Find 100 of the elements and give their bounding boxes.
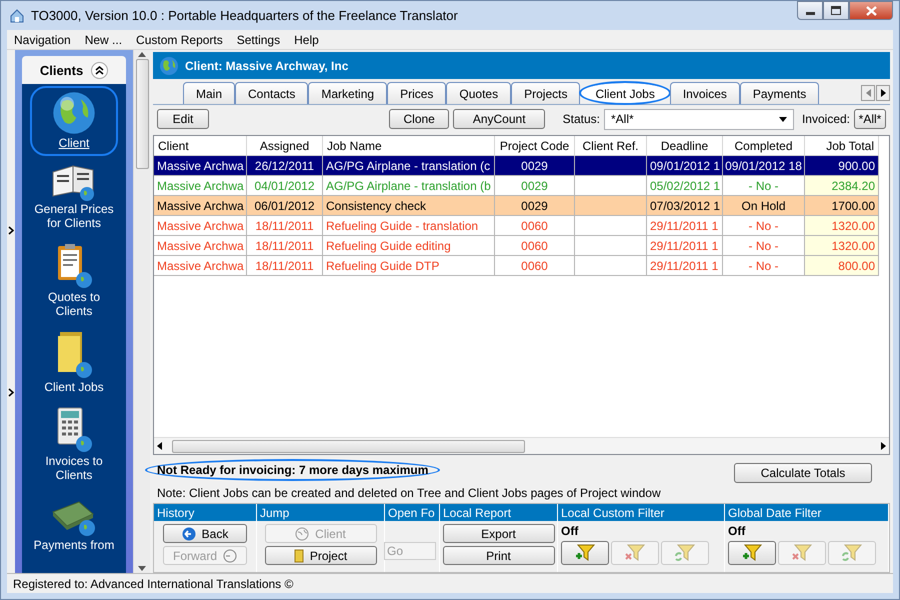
collapse-icon[interactable] [91,62,108,78]
tab[interactable]: Contacts [235,82,308,104]
note-text: Note: Client Jobs can be created and deleted on Tree and Client Jobs pages of Project window [157,486,661,500]
table-cell: 06/01/2012 [247,196,323,216]
sidebar-item[interactable]: General Prices for Clients [30,158,118,236]
column-header[interactable]: Assigned [247,136,323,156]
table-cell: Massive Archwa [154,176,247,196]
group-header: Global Date Filter [725,504,888,521]
globe-icon [51,90,97,136]
tab-scroll-right-button[interactable] [876,84,890,100]
table-cell: 0060 [495,256,575,276]
table-cell: 29/11/2011 1 [647,216,723,236]
tab[interactable]: Invoices [670,82,740,104]
table-cell: 1700.00 [805,196,879,216]
house-icon [9,8,25,24]
tab[interactable]: Prices [387,82,446,104]
table-cell: - No - [723,176,805,196]
table-cell: - No - [723,236,805,256]
status-dropdown[interactable]: *All* [604,108,794,130]
status-label: Status: [562,112,600,126]
group-button[interactable]: Export [442,524,554,543]
filter-add-icon [741,544,763,562]
table-cell: 0029 [495,156,575,176]
minimize-button[interactable] [797,1,823,20]
table-cell: 2384.20 [805,176,879,196]
right-arrow-icon [880,88,886,96]
table-cell: AG/PG Airplane - translation (c [323,156,495,176]
tab[interactable]: Client Jobs [580,82,670,104]
filter-button[interactable] [561,541,609,565]
column-header[interactable]: Job Name [323,136,495,156]
scroll-up-icon[interactable] [138,52,146,57]
dropdown-arrow-icon [778,116,787,122]
menu-item[interactable]: Navigation [7,32,78,46]
table-cell: 26/12/2011 [247,156,323,176]
table-cell [575,196,647,216]
filter-remove-icon [624,544,646,562]
table-cell: 800.00 [805,256,879,276]
scroll-right-icon[interactable] [881,442,886,450]
scroll-down-icon[interactable] [138,566,146,571]
table-cell: 1320.00 [805,236,879,256]
table-cell: 0060 [495,236,575,256]
scrollbar-thumb[interactable] [136,59,148,169]
header-title: Client: Massive Archway, Inc [185,58,348,72]
maximize-button[interactable] [823,1,849,20]
column-header[interactable]: Client Ref. [575,136,647,156]
table-cell: 07/03/2012 1 [647,196,723,216]
table-cell: Massive Archwa [154,156,247,176]
anycount-button[interactable]: AnyCount [453,109,546,129]
sidebar-item[interactable]: Payments from [30,490,118,558]
menu-item[interactable]: Settings [230,32,288,46]
invoiced-dropdown[interactable]: *All* [854,109,886,129]
sidebar-title: Clients [40,62,84,78]
group-header: Open Fo [385,504,439,521]
close-button[interactable] [849,1,893,20]
column-header[interactable]: Job Total [805,136,879,156]
sidebar-item[interactable]: Invoices to Clients [30,402,118,488]
menu-item[interactable]: Help [287,32,326,46]
column-header[interactable]: Project Code [495,136,575,156]
scrollbar[interactable] [133,50,150,573]
group-button[interactable]: Print [442,546,554,565]
column-header[interactable]: Completed [723,136,805,156]
filter-button[interactable] [728,541,776,565]
clone-button[interactable]: Clone [389,109,450,129]
maximize-icon [831,6,841,15]
menu-item[interactable]: Custom Reports [129,32,230,46]
group-header: Jump [257,504,384,521]
column-header[interactable]: Deadline [647,136,723,156]
table-cell: 18/11/2011 [247,256,323,276]
tab[interactable]: Projects [511,82,580,104]
group-header: Local Report [440,504,557,521]
sidebar-item[interactable]: Client [30,86,118,156]
tab[interactable]: Marketing [308,82,388,104]
column-header[interactable]: Client [154,136,247,156]
filter-add-icon [574,544,596,562]
table-cell: Refueling Guide editing [323,236,495,256]
table-cell: - No - [723,256,805,276]
table-cell: On Hold [723,196,805,216]
tab[interactable]: Payments [740,82,820,104]
group-header: Local Custom Filter [558,504,724,521]
window-title: TO3000, Version 10.0 : Portable Headquarters of the Freelance Translator [31,8,459,23]
table-cell: 18/11/2011 [247,236,323,256]
back-button[interactable]: Back [163,524,247,543]
sidebar-item[interactable]: Client Jobs [30,326,118,400]
tab[interactable]: Main [183,82,236,104]
scroll-left-icon[interactable] [157,442,162,450]
table-cell [575,156,647,176]
invoiced-label: Invoiced: [802,112,850,126]
filter-refresh-icon [841,544,863,562]
scrollbar-thumb[interactable] [172,440,524,452]
menu-item[interactable]: New ... [78,32,130,46]
sidebar-item[interactable]: Quotes to Clients [30,238,118,324]
tab[interactable]: Quotes [446,82,512,104]
filter-state: Off [561,524,580,538]
table-cell: Massive Archwa [154,216,247,236]
edit-button[interactable]: Edit [157,109,209,129]
invoicing-notice: Not Ready for invoicing: 7 more days maximum [145,459,440,481]
table-cell: 900.00 [805,156,879,176]
project-button[interactable]: Project [264,546,376,565]
calculate-totals-button[interactable]: Calculate Totals [734,463,872,483]
table-cell: 29/11/2011 1 [647,236,723,256]
